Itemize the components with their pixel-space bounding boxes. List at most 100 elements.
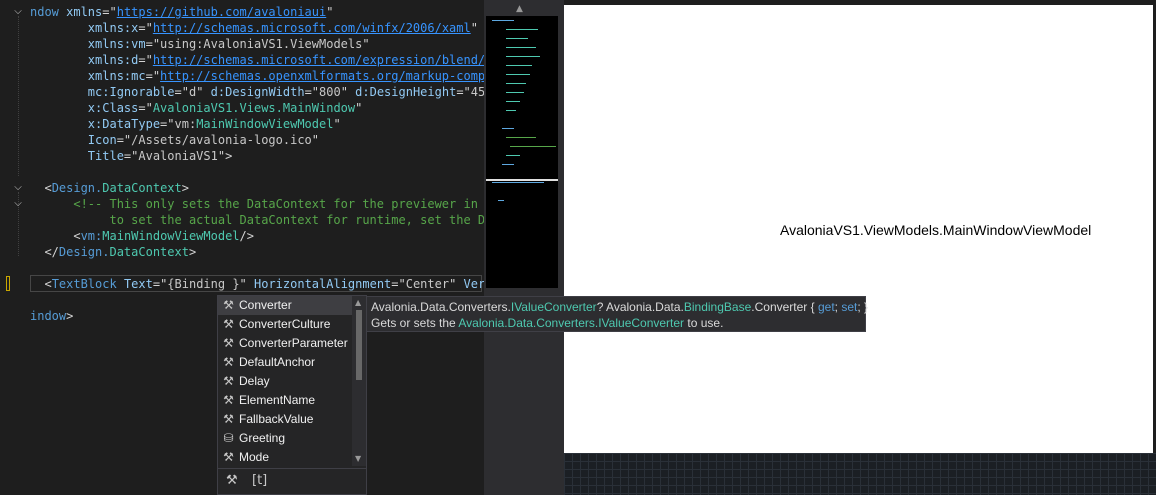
tooltip-token: Gets or sets the <box>371 316 459 330</box>
code-token: =" <box>123 149 139 163</box>
code-token: " <box>196 85 211 99</box>
scroll-down-arrow-icon[interactable]: ▼ <box>355 454 361 463</box>
code-token: Design. <box>51 181 103 195</box>
scroll-up-arrow-icon[interactable]: ▲ <box>355 298 361 307</box>
code-text: x:Class="AvaloniaVS1.Views.MainWindow" <box>30 100 363 116</box>
code-token: " <box>311 133 320 147</box>
code-text: Title="AvaloniaVS1"> <box>30 148 233 164</box>
minimap-line <box>506 155 520 156</box>
code-token: AvaloniaVS1.Views.MainWindow <box>152 101 356 115</box>
code-token: > <box>188 245 197 259</box>
completion-item[interactable]: ⚒ ElementName <box>218 391 352 410</box>
code-token: " <box>362 37 370 51</box>
code-token: " <box>449 277 464 291</box>
scroll-up-arrow-icon[interactable]: ▲ <box>516 4 523 14</box>
minimap-line <box>502 164 514 165</box>
minimap-line <box>506 56 540 57</box>
tooltip-token: set <box>841 300 858 314</box>
completion-item-label: Delay <box>239 374 270 388</box>
completion-item-label: DefaultAnchor <box>239 355 316 369</box>
minimap-line <box>506 83 526 84</box>
code-token: /> <box>239 229 254 243</box>
code-token: =" <box>160 117 175 131</box>
completion-item[interactable]: ⛁ Greeting <box>218 429 352 448</box>
code-token: " <box>470 21 478 35</box>
code-link[interactable]: https://github.com/avaloniaui <box>117 5 327 19</box>
scroll-thumb[interactable] <box>356 310 362 380</box>
tooltip-signature: Avalonia.Data.Converters.IValueConverter… <box>371 299 868 315</box>
code-token: vm: <box>174 117 197 131</box>
fold-chevron-icon[interactable]: ⌵ <box>12 180 24 196</box>
code-token: AvaloniaVS1 <box>138 149 218 163</box>
code-token: =" <box>102 5 117 19</box>
code-token: d:DesignHeight <box>355 85 457 99</box>
code-token: x:Class <box>30 101 139 115</box>
code-token: "> <box>217 149 233 163</box>
code-token: xmlns:d <box>30 53 139 67</box>
code-token: =" <box>174 85 189 99</box>
completion-item-label: Greeting <box>239 431 286 445</box>
completion-item[interactable]: ⚒ Mode <box>218 448 352 467</box>
change-marker <box>6 276 10 291</box>
design-preview: AvaloniaVS1.ViewModels.MainWindowViewMod… <box>564 5 1153 453</box>
code-text: ndow xmlns="https://github.com/avaloniau… <box>30 4 333 20</box>
completion-item[interactable]: ⚒ ConverterParameter <box>218 334 352 353</box>
code-token: < <box>30 229 81 243</box>
tooltip-token: get <box>817 300 835 314</box>
code-token: x:DataType <box>30 117 161 131</box>
code-token: =" <box>152 277 168 291</box>
preview-textblock: AvaloniaVS1.ViewModels.MainWindowViewMod… <box>780 222 1092 238</box>
code-token: TextBlock <box>51 277 117 291</box>
completion-item-label: Converter <box>239 298 292 312</box>
code-token: Center <box>405 277 450 291</box>
code-link[interactable]: http://schemas.openxmlformats.org/markup… <box>160 69 484 83</box>
completion-item[interactable]: ⚒ Delay <box>218 372 352 391</box>
code-text: Icon="/Assets/avalonia-logo.ico" <box>30 132 319 148</box>
code-token: Vertic <box>463 277 484 291</box>
tooltip-description: Gets or sets the Avalonia.Data.Converter… <box>371 315 861 331</box>
code-token: 800 <box>319 85 341 99</box>
completion-popup[interactable]: ⚒ Converter ⚒ ConverterCulture ⚒ ConverterPar… <box>217 295 367 495</box>
code-token: to set the actual DataContext for runtim… <box>30 213 484 227</box>
code-text: mc:Ignorable="d" d:DesignWidth="800" d:D… <box>30 84 484 100</box>
code-token: <!-- This only sets the DataContext for … <box>30 197 484 211</box>
code-token: < <box>30 277 52 291</box>
tooltip-token: ; } <box>857 300 869 314</box>
code-token: =" <box>145 37 161 51</box>
code-text: <TextBlock Text="{Binding }" HorizontalA… <box>30 276 484 292</box>
code-text: </Design.DataContext> <box>30 244 196 260</box>
type-filter-icon[interactable]: [t] <box>252 473 267 488</box>
minimap-line <box>510 146 556 147</box>
code-token: </ <box>30 245 59 259</box>
code-token: 450 <box>470 85 484 99</box>
completion-item[interactable]: ⚒ FallbackValue <box>218 410 352 429</box>
code-link[interactable]: http://schemas.microsoft.com/winfx/2006/… <box>153 21 471 35</box>
completion-item-label: FallbackValue <box>239 412 314 426</box>
code-token: =" <box>456 85 471 99</box>
completion-item-label: ConverterParameter <box>239 336 348 350</box>
code-token: {Binding } <box>167 277 240 291</box>
completion-scrollbar[interactable]: ▲ ▼ <box>352 296 366 466</box>
code-text: xmlns:d="http://schemas.microsoft.com/ex… <box>30 52 484 68</box>
code-token: xmlns:vm <box>30 37 146 51</box>
minimap-line <box>498 200 504 201</box>
code-token: DataContext <box>102 181 182 195</box>
completion-item[interactable]: ⚒ DefaultAnchor <box>218 353 352 372</box>
wrench-icon: ⚒ <box>223 393 234 407</box>
code-token: =" <box>138 101 153 115</box>
code-link[interactable]: http://schemas.microsoft.com/expression/… <box>153 53 484 67</box>
indent-guide <box>18 16 19 176</box>
fold-chevron-icon[interactable]: ⌵ <box>12 196 24 212</box>
fold-chevron-icon[interactable]: ⌵ <box>12 4 24 20</box>
code-token: " <box>355 101 363 115</box>
completion-item[interactable]: ⚒ Converter <box>218 296 352 315</box>
code-text: <Design.DataContext> <box>30 180 189 196</box>
tooltip-token: IValueConverter <box>510 300 597 314</box>
completion-item[interactable]: ⚒ ConverterCulture <box>218 315 352 334</box>
minimap[interactable] <box>486 16 558 288</box>
code-token: < <box>30 181 52 195</box>
minimap-line <box>506 38 528 39</box>
wrench-filter-icon[interactable]: ⚒ <box>226 473 238 488</box>
code-token: " <box>340 85 356 99</box>
wrench-icon: ⚒ <box>223 450 234 464</box>
